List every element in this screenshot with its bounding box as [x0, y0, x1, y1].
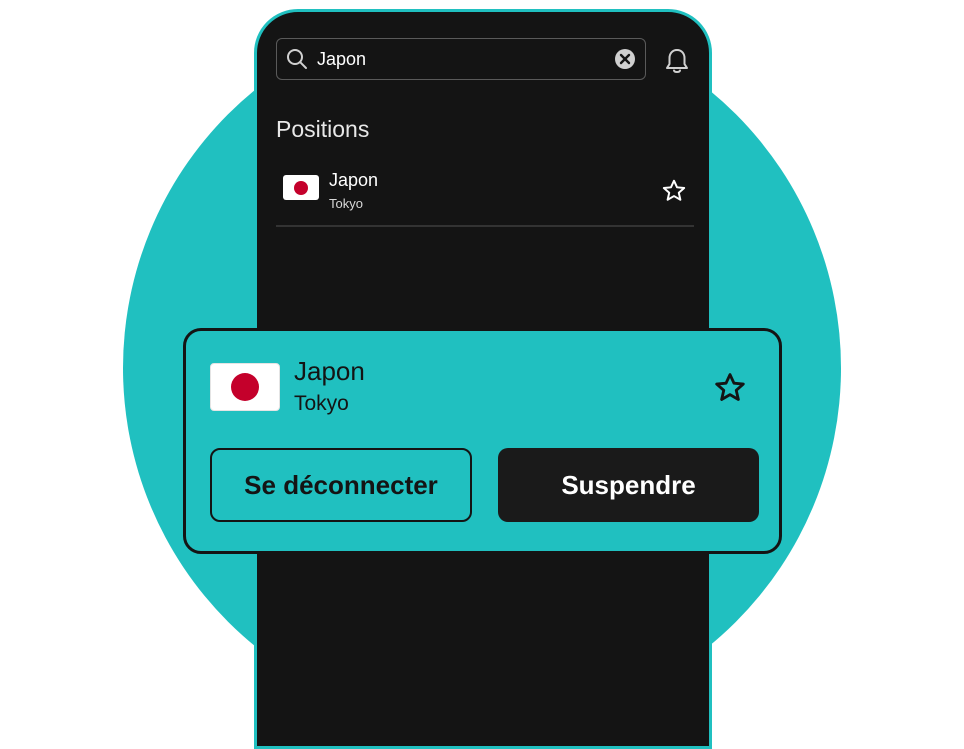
search-input[interactable]	[317, 39, 605, 79]
clear-search-icon[interactable]	[605, 39, 645, 79]
japan-flag-icon	[283, 175, 319, 200]
connection-card: Japon Tokyo Se déconnecter Suspendre	[183, 328, 782, 554]
list-item-japon[interactable]: Japon Tokyo	[276, 162, 694, 227]
card-city: Tokyo	[294, 392, 349, 415]
star-outline-icon[interactable]	[659, 176, 689, 206]
disconnect-button[interactable]: Se déconnecter	[210, 448, 472, 522]
japan-flag-icon	[210, 363, 280, 411]
pause-button[interactable]: Suspendre	[498, 448, 759, 522]
star-outline-icon[interactable]	[711, 369, 749, 407]
positions-heading: Positions	[276, 116, 370, 142]
bell-icon[interactable]	[660, 44, 694, 78]
result-city: Tokyo	[329, 196, 363, 211]
card-country: Japon	[294, 356, 365, 386]
result-country: Japon	[329, 170, 379, 190]
search-bar[interactable]	[276, 38, 646, 80]
search-icon	[277, 39, 317, 79]
